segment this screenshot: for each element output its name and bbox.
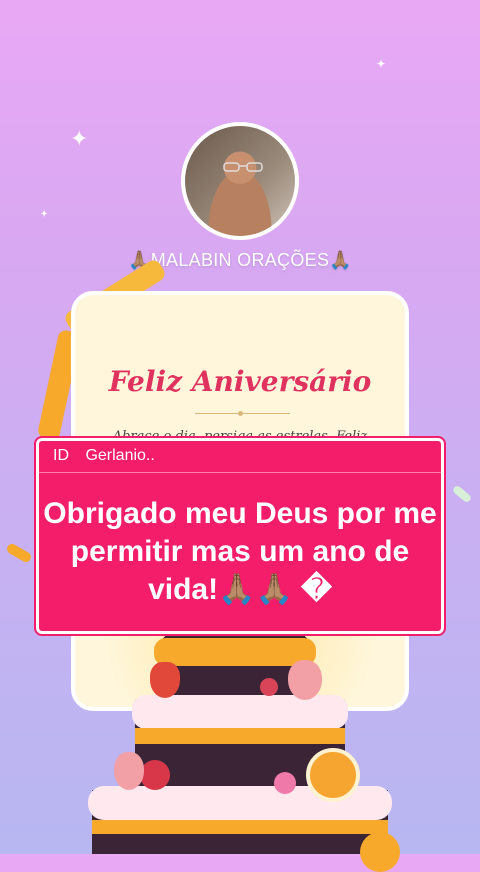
divider-dot bbox=[238, 411, 243, 416]
cherry-icon bbox=[274, 772, 296, 794]
sparkle-decoration: ✦ bbox=[40, 209, 49, 220]
caption-box: ID Gerlanio.. Obrigado meu Deus por me p… bbox=[34, 436, 446, 636]
ribbon-decoration bbox=[5, 542, 33, 564]
id-label: ID bbox=[53, 447, 69, 464]
avatar[interactable] bbox=[181, 122, 299, 240]
cake-icing bbox=[154, 638, 316, 666]
sparkle-decoration: ✦ bbox=[376, 57, 387, 71]
sparkle-decoration: ✦ bbox=[70, 126, 89, 151]
orange-icon bbox=[360, 832, 400, 872]
profile-username[interactable]: 🙏🏽MALABIN ORAÇÕES🙏🏽 bbox=[0, 250, 480, 271]
caption-message: Obrigado meu Deus por me permitir mas um… bbox=[43, 497, 437, 606]
caption-header: ID Gerlanio.. bbox=[39, 441, 441, 473]
pear-icon bbox=[288, 660, 322, 700]
pear-icon bbox=[114, 752, 144, 790]
cake-band bbox=[135, 728, 345, 744]
ribbon-decoration bbox=[451, 484, 473, 504]
caption-author[interactable]: Gerlanio.. bbox=[85, 447, 154, 464]
cherry-icon bbox=[140, 760, 170, 790]
cake-icing bbox=[132, 695, 348, 729]
strawberry-icon bbox=[150, 662, 180, 698]
cake-band bbox=[92, 820, 388, 834]
card-title: Feliz Aniversário bbox=[108, 365, 372, 398]
cherry-icon bbox=[260, 678, 278, 696]
glasses-icon bbox=[223, 162, 263, 172]
orange-slice-icon bbox=[306, 748, 360, 802]
